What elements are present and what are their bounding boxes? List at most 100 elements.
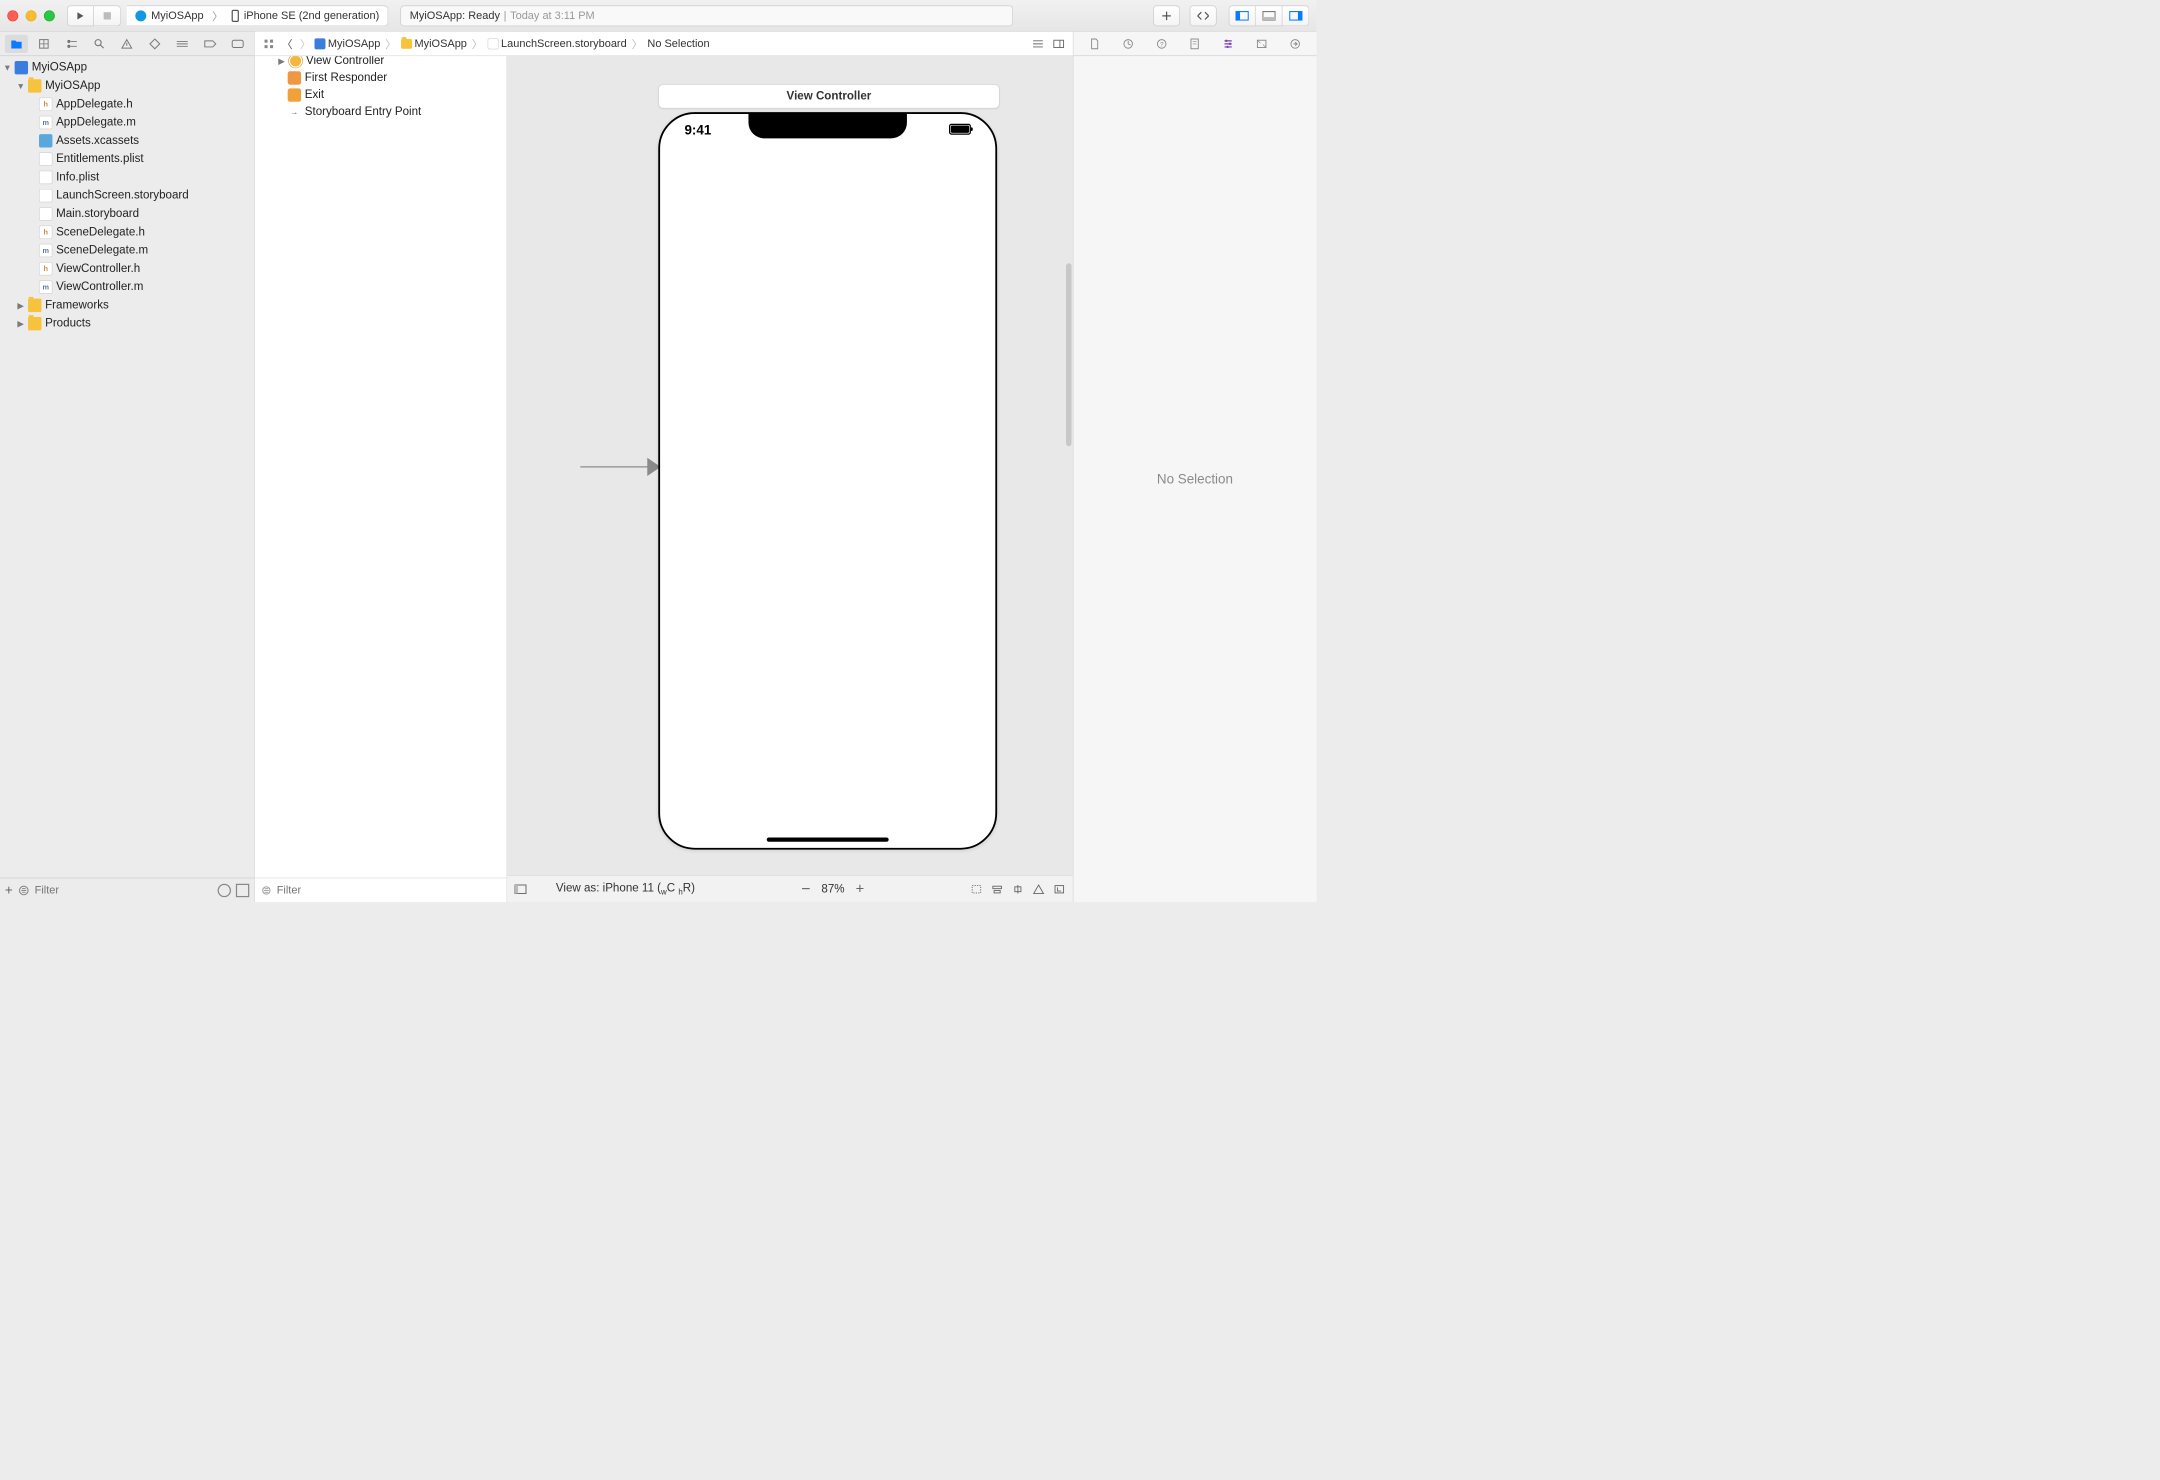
tree-root-label: MyiOSApp	[32, 61, 87, 74]
symbol-navigator-icon[interactable]	[60, 34, 83, 52]
filter-icon	[261, 885, 272, 896]
svg-text:?: ?	[1160, 41, 1164, 48]
tree-file[interactable]: Entitlements.plist	[0, 150, 254, 168]
test-navigator-icon[interactable]	[143, 34, 166, 52]
tree-file[interactable]: mAppDelegate.m	[0, 113, 254, 131]
inspector-selector: ?	[1073, 32, 1316, 56]
tree-project-root[interactable]: ▼ MyiOSApp	[0, 59, 254, 77]
tree-file[interactable]: hAppDelegate.h	[0, 95, 254, 113]
tree-file[interactable]: mSceneDelegate.m	[0, 241, 254, 259]
update-frames-icon[interactable]	[970, 883, 982, 894]
code-review-button[interactable]	[1190, 5, 1217, 26]
device-preview[interactable]: 9:41	[658, 112, 997, 849]
toggle-debug-button[interactable]	[1256, 5, 1283, 26]
canvas-footer: View as: iPhone 11 (wC hR) − 87% +	[507, 875, 1073, 902]
outline-filter-input[interactable]	[277, 884, 501, 897]
main: ▼ MyiOSApp ▼ MyiOSApp hAppDelegate.h mAp…	[0, 32, 1317, 902]
editor: ▼ View Controller Scene ▶ View Controlle…	[255, 32, 1073, 902]
inspector-empty-label: No Selection	[1157, 471, 1233, 487]
breadcrumb[interactable]: MyiOSApp 〉 MyiOSApp 〉 LaunchScreen.story…	[315, 36, 710, 52]
outline-filter	[255, 878, 507, 902]
run-button[interactable]	[67, 5, 94, 26]
navigator-selector	[0, 32, 254, 56]
toggle-navigator-button[interactable]	[1229, 5, 1256, 26]
storyboard-icon	[39, 189, 52, 202]
adjust-editor-icon[interactable]	[1050, 34, 1068, 52]
status-time: Today at 3:11 PM	[510, 9, 595, 22]
project-tree[interactable]: ▼ MyiOSApp ▼ MyiOSApp hAppDelegate.h mAp…	[0, 56, 254, 878]
view-as-label[interactable]: View as: iPhone 11 (wC hR)	[556, 882, 695, 897]
breakpoint-navigator-icon[interactable]	[199, 34, 222, 52]
filter-scope-icon[interactable]	[18, 884, 30, 896]
connections-inspector-icon[interactable]	[1284, 34, 1306, 52]
tree-folder[interactable]: ▶Frameworks	[0, 296, 254, 314]
scheme-selector[interactable]: MyiOSApp 〉 iPhone SE (2nd generation)	[127, 5, 389, 26]
tree-file[interactable]: hViewController.h	[0, 260, 254, 278]
inspector-body: No Selection	[1073, 56, 1316, 902]
vc-title-bar[interactable]: View Controller	[658, 84, 999, 108]
source-control-navigator-icon[interactable]	[32, 34, 55, 52]
layout-tools	[970, 883, 1065, 894]
tree-file[interactable]: LaunchScreen.storyboard	[0, 187, 254, 205]
storyboard-icon	[488, 38, 499, 49]
help-inspector-icon[interactable]: ?	[1151, 34, 1173, 52]
issue-navigator-icon[interactable]	[115, 34, 138, 52]
history-inspector-icon[interactable]	[1117, 34, 1139, 52]
vertical-scrollbar[interactable]	[1066, 263, 1071, 446]
identity-inspector-icon[interactable]	[1184, 34, 1206, 52]
outline-tree[interactable]: ▼ View Controller Scene ▶ View Controlle…	[255, 32, 507, 878]
zoom-level: 87%	[821, 882, 844, 895]
statusbar-time: 9:41	[684, 123, 711, 139]
resolve-issues-icon[interactable]	[1033, 883, 1045, 894]
xcode-window: MyiOSApp 〉 iPhone SE (2nd generation) My…	[0, 0, 1317, 902]
attributes-inspector-icon[interactable]	[1217, 34, 1239, 52]
viewcontroller-icon	[289, 54, 302, 67]
find-navigator-icon[interactable]	[88, 34, 111, 52]
project-navigator-icon[interactable]	[5, 34, 28, 52]
zoom-in-button[interactable]: +	[856, 880, 865, 897]
outline-item[interactable]: → Storyboard Entry Point	[260, 104, 502, 121]
tree-file[interactable]: Main.storyboard	[0, 205, 254, 223]
tree-file[interactable]: hSceneDelegate.h	[0, 223, 254, 241]
nav-back-button[interactable]: 〈	[278, 34, 296, 52]
minimize-icon[interactable]	[26, 10, 37, 21]
ib-canvas[interactable]: View Controller 9:41	[507, 32, 1073, 902]
nav-forward-button[interactable]: 〉	[296, 34, 314, 52]
tree-file[interactable]: mViewController.m	[0, 278, 254, 296]
tree-file[interactable]: Assets.xcassets	[0, 132, 254, 150]
toggle-inspector-button[interactable]	[1282, 5, 1309, 26]
close-icon[interactable]	[7, 10, 18, 21]
editor-lines-icon[interactable]	[1029, 34, 1047, 52]
tree-file[interactable]: Info.plist	[0, 168, 254, 186]
project-icon	[315, 38, 326, 49]
titlebar: MyiOSApp 〉 iPhone SE (2nd generation) My…	[0, 0, 1317, 32]
status-ready: Ready	[468, 9, 500, 22]
jump-bar[interactable]: 〈 〉 MyiOSApp 〉 MyiOSApp 〉 LaunchScreen.s…	[255, 32, 1073, 56]
zoom-out-button[interactable]: −	[801, 880, 810, 899]
entry-point-icon: →	[288, 105, 301, 118]
outline-toggle-icon[interactable]	[514, 884, 526, 894]
recent-filter-icon[interactable]	[218, 883, 231, 896]
library-add-button[interactable]	[1153, 5, 1180, 26]
tree-folder[interactable]: ▶Products	[0, 315, 254, 333]
embed-icon[interactable]	[1053, 883, 1065, 894]
first-responder-icon	[288, 71, 301, 84]
outline-item[interactable]: Exit	[260, 87, 502, 104]
debug-navigator-icon[interactable]	[171, 34, 194, 52]
storyboard-icon	[39, 207, 52, 220]
outline-item[interactable]: First Responder	[260, 69, 502, 86]
h-file-icon: h	[39, 226, 52, 239]
file-inspector-icon[interactable]	[1084, 34, 1106, 52]
navigator-filter-input[interactable]	[35, 884, 213, 897]
report-navigator-icon[interactable]	[226, 34, 249, 52]
pin-icon[interactable]	[1012, 883, 1024, 894]
stop-button[interactable]	[94, 5, 121, 26]
related-items-icon[interactable]	[260, 34, 278, 52]
size-inspector-icon[interactable]	[1251, 34, 1273, 52]
add-icon[interactable]: +	[5, 882, 13, 898]
tree-group[interactable]: ▼ MyiOSApp	[0, 77, 254, 95]
align-icon[interactable]	[991, 883, 1003, 894]
scm-filter-icon[interactable]	[236, 883, 249, 896]
zoom-icon[interactable]	[44, 10, 55, 21]
view-controller-frame[interactable]: View Controller 9:41	[658, 84, 999, 850]
